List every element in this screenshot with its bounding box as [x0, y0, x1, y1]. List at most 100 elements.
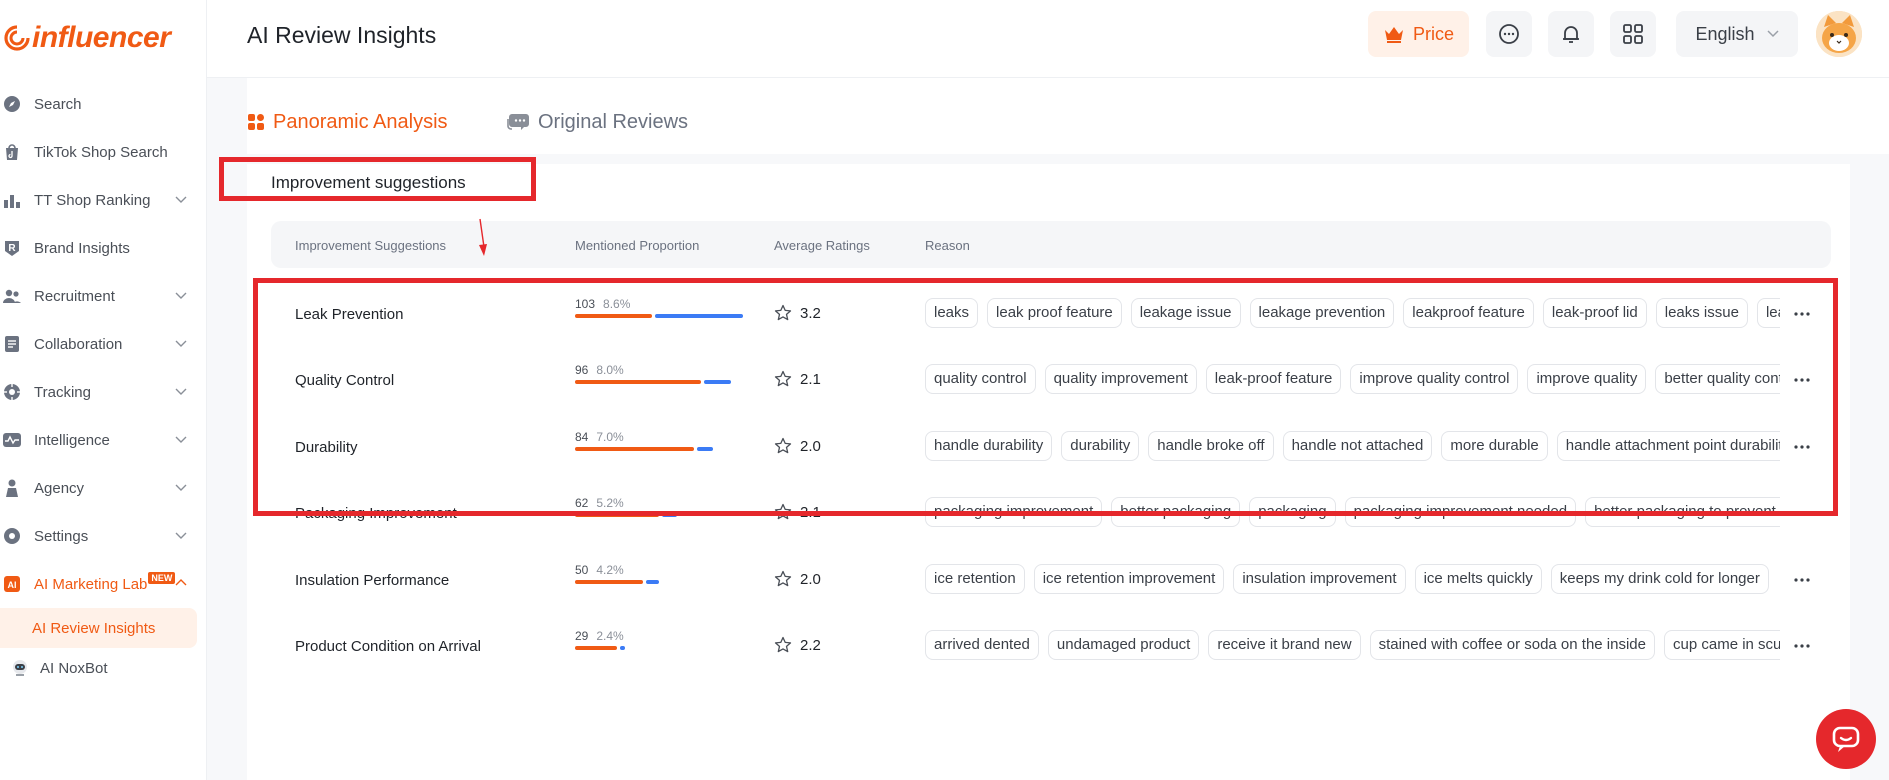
sidebar-item-tiktok-shop-search[interactable]: TikTok Shop Search — [0, 128, 207, 176]
bar-chart-icon — [2, 190, 22, 210]
sidebar-nav: Search TikTok Shop Search TT Shop Ranking R… — [0, 80, 207, 688]
tab-panoramic-analysis[interactable]: Panoramic Analysis — [247, 90, 448, 156]
price-button[interactable]: Price — [1368, 11, 1469, 57]
tiktok-bag-icon — [2, 142, 22, 162]
mention-count: 29 — [575, 629, 589, 643]
notification-button[interactable] — [1548, 11, 1594, 57]
annotation-box-rows — [253, 278, 1838, 516]
person-icon — [2, 478, 22, 498]
ai-chip-icon: AI — [2, 574, 22, 594]
sidebar-item-label: TikTok Shop Search — [34, 143, 168, 161]
rating-value: 2.0 — [800, 570, 821, 588]
sidebar-item-brand-insights[interactable]: R Brand Insights — [0, 224, 207, 272]
sidebar-item-label: Agency — [34, 479, 85, 497]
cat-avatar-icon — [1816, 11, 1862, 57]
sidebar-item-search[interactable]: Search — [0, 80, 207, 128]
proportion-bar — [575, 646, 755, 650]
star-icon — [774, 570, 792, 587]
sidebar-item-label: Settings — [34, 527, 89, 545]
bell-icon — [1563, 26, 1579, 43]
sidebar-item-intelligence[interactable]: Intelligence — [0, 416, 207, 464]
sidebar-subitem-ai-review-insights[interactable]: AI Review Insights — [0, 608, 197, 648]
sidebar-item-label: AI Marketing Lab — [34, 575, 148, 593]
compass-icon — [2, 94, 22, 114]
sidebar-item-recruitment[interactable]: Recruitment — [0, 272, 207, 320]
sidebar-subitem-label: AI Review Insights — [32, 619, 156, 637]
proportion-bar-positive — [646, 580, 659, 584]
crown-icon — [1384, 27, 1403, 43]
logo-mark-icon — [4, 25, 30, 51]
reason-tag[interactable]: receive it brand new — [1208, 630, 1361, 660]
chevron-down-icon — [175, 340, 187, 347]
chevron-up-icon — [175, 579, 187, 586]
more-options-icon[interactable] — [1792, 570, 1812, 590]
reason-tag[interactable]: stained with coffee or soda on the insid… — [1369, 630, 1655, 660]
language-label: English — [1695, 23, 1755, 44]
reason-tag[interactable]: cup came in scuffed — [1664, 630, 1780, 660]
chat-icon — [1499, 24, 1519, 44]
robot-icon — [10, 658, 30, 678]
average-rating: 2.2 — [774, 636, 821, 654]
reason-tag[interactable]: ice retention improvement — [1033, 564, 1225, 594]
reason-tag[interactable]: ice retention — [925, 564, 1025, 594]
sidebar-item-label: Intelligence — [34, 431, 110, 449]
sidebar-item-tracking[interactable]: Tracking — [0, 368, 207, 416]
sidebar-item-settings[interactable]: Settings — [0, 512, 207, 560]
analysis-tabs: Panoramic Analysis Original Reviews — [247, 90, 747, 156]
col-header-proportion: Mentioned Proportion — [575, 238, 700, 253]
reason-tag[interactable]: keeps my drink cold for longer — [1550, 564, 1769, 594]
sidebar-item-ai-noxbot[interactable]: AI NoxBot — [0, 648, 207, 688]
proportion-bar-negative — [575, 580, 643, 584]
tab-label: Original Reviews — [538, 110, 689, 133]
tab-label: Panoramic Analysis — [273, 110, 448, 133]
reason-tag[interactable]: arrived dented — [925, 630, 1039, 660]
mention-count: 50 — [575, 563, 589, 577]
language-select[interactable]: English — [1676, 11, 1798, 57]
chevron-down-icon — [175, 292, 187, 299]
more-options-icon[interactable] — [1792, 636, 1812, 656]
page-title: AI Review Insights — [247, 22, 437, 48]
star-icon — [774, 636, 792, 653]
user-avatar[interactable] — [1816, 11, 1862, 57]
tab-original-reviews[interactable]: Original Reviews — [506, 90, 688, 154]
annotation-box-title — [219, 157, 536, 201]
sidebar-item-collaboration[interactable]: Collaboration — [0, 320, 207, 368]
target-icon — [2, 382, 22, 402]
price-label: Price — [1412, 23, 1454, 44]
col-header-reason: Reason — [925, 238, 970, 253]
sidebar-item-tt-shop-ranking[interactable]: TT Shop Ranking — [0, 176, 207, 224]
chevron-down-icon — [175, 436, 187, 443]
reason-tag[interactable]: insulation improvement — [1233, 564, 1406, 594]
mentioned-proportion: 29 2.4% — [575, 629, 755, 650]
reason-tag[interactable]: ice melts quickly — [1414, 564, 1542, 594]
chevron-down-icon — [175, 484, 187, 491]
apps-button[interactable] — [1610, 11, 1656, 57]
sidebar-item-label: TT Shop Ranking — [34, 191, 151, 209]
svg-text:R: R — [8, 243, 16, 254]
mentioned-proportion: 50 4.2% — [575, 563, 755, 584]
sidebar-item-label: AI NoxBot — [40, 659, 108, 677]
brand-logo[interactable]: influencer — [2, 21, 171, 54]
table-header: Improvement Suggestions Mentioned Propor… — [271, 221, 1831, 268]
chevron-down-icon — [175, 532, 187, 539]
col-header-suggestions: Improvement Suggestions — [295, 238, 447, 253]
sidebar-item-ai-marketing-lab[interactable]: AI AI Marketing Lab NEW — [0, 560, 207, 608]
chat-bubble-icon — [1832, 726, 1860, 752]
chevron-down-icon — [175, 196, 187, 203]
sidebar-item-agency[interactable]: Agency — [0, 464, 207, 512]
sidebar-item-label: Tracking — [34, 383, 91, 401]
sidebar-item-label: Recruitment — [34, 287, 115, 305]
logo-text: influencer — [32, 21, 171, 54]
reason-tag[interactable]: undamaged product — [1047, 630, 1200, 660]
app-root: influencer Search TikTok Shop Search TT Sh… — [0, 0, 1889, 780]
comments-icon — [507, 114, 529, 130]
chat-button[interactable] — [1486, 11, 1532, 57]
mention-percent: 4.2% — [596, 563, 624, 577]
sidebar-item-label: Collaboration — [34, 335, 123, 353]
mention-percent: 2.4% — [596, 629, 624, 643]
reason-tags: ice retention ice retention improvement in… — [925, 564, 1780, 596]
document-icon — [2, 334, 22, 354]
users-icon — [2, 286, 22, 306]
suggestion-name: Product Condition on Arrival — [295, 638, 481, 655]
support-chat-button[interactable] — [1816, 709, 1876, 769]
